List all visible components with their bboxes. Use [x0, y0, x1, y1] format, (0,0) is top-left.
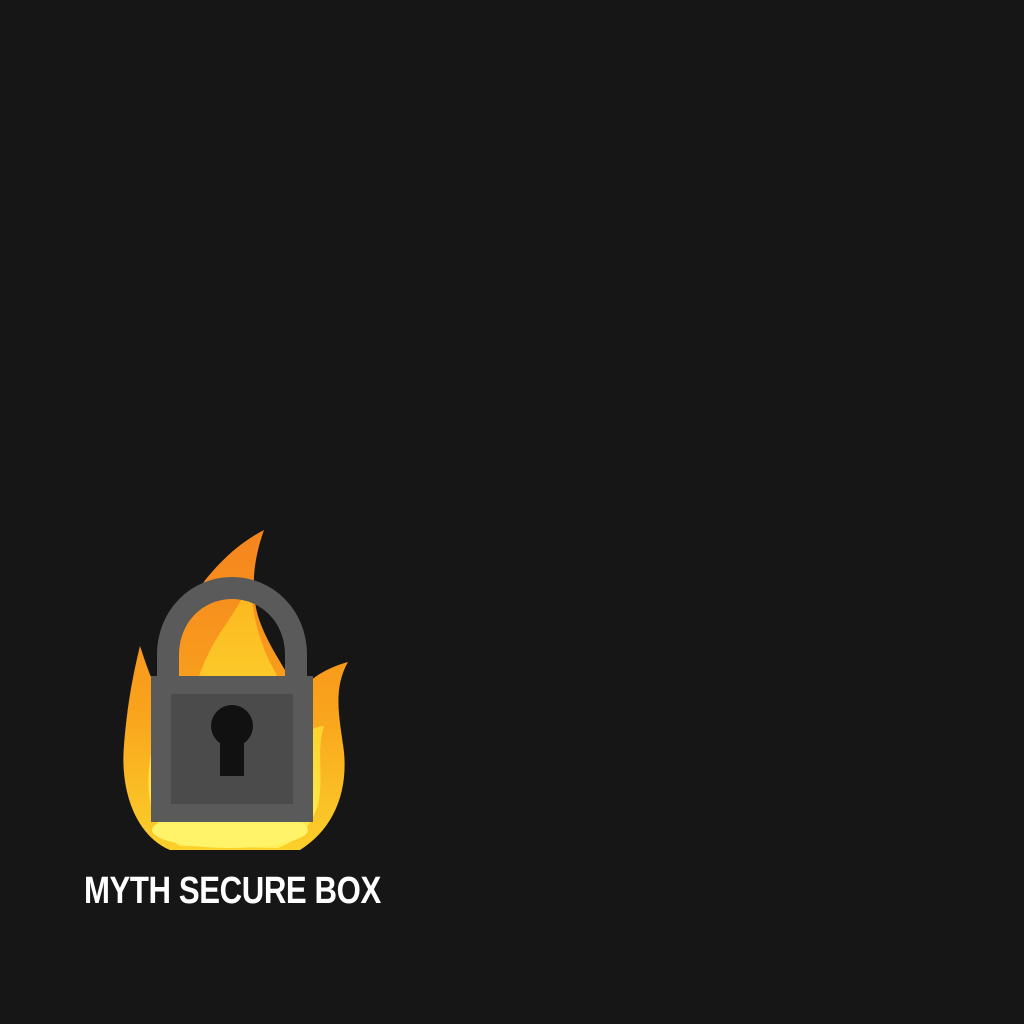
flaming-padlock-icon — [110, 520, 370, 860]
splash-screen: MYTH SECURE BOX — [0, 0, 1024, 1024]
app-title: MYTH SECURE BOX — [84, 870, 381, 912]
